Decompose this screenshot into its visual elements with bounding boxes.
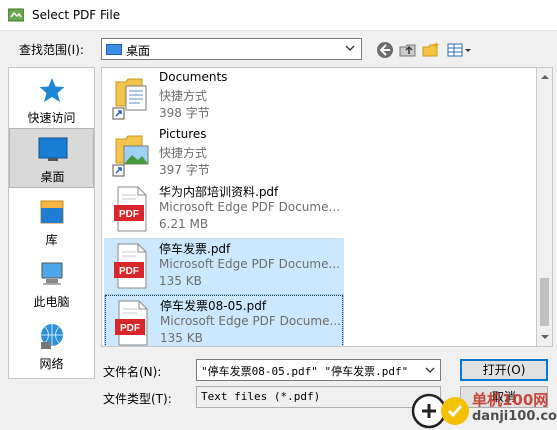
back-icon[interactable]: [375, 40, 395, 60]
chevron-down-icon[interactable]: [425, 365, 435, 375]
lookin-value: 桌面: [126, 44, 151, 58]
file-size: 6.21 MB: [159, 217, 209, 231]
desktop-folder-icon: [106, 44, 122, 55]
place-label: 快速访问: [27, 111, 76, 125]
file-type: Microsoft Edge PDF Docume...: [160, 314, 341, 328]
file-list[interactable]: Documents 快捷方式 398 字节 Pictures 快捷方式 397 …: [101, 67, 537, 347]
new-folder-icon[interactable]: [421, 40, 441, 60]
filetype-dropdown[interactable]: Text files (*.pdf): [196, 386, 441, 408]
place-desktop[interactable]: 桌面: [9, 128, 94, 188]
file-type: 快捷方式: [159, 146, 208, 160]
shortcut-pictures-icon: [112, 135, 149, 177]
place-quick-access[interactable]: 快速访问: [9, 70, 94, 130]
place-network[interactable]: 网络: [9, 316, 94, 376]
svg-text:PDF: PDF: [119, 209, 139, 220]
place-label: 网络: [39, 357, 64, 371]
watermark-text: 单机100网: [472, 391, 549, 409]
file-name: 华为内部培训资料.pdf: [159, 185, 279, 199]
up-folder-icon[interactable]: [398, 40, 418, 60]
shortcut-documents-icon: [112, 78, 147, 120]
network-icon: [41, 324, 63, 349]
scroll-up-icon[interactable]: [541, 73, 549, 81]
lookin-label: 查找范围(I):: [19, 43, 84, 57]
file-size: 135 KB: [159, 274, 202, 288]
place-label: 桌面: [40, 170, 65, 184]
window-title: Select PDF File: [32, 8, 121, 22]
svg-text:PDF: PDF: [119, 266, 139, 277]
pdf-file-icon: PDF: [115, 300, 148, 346]
scroll-down-icon[interactable]: [541, 333, 549, 341]
view-menu-icon[interactable]: [446, 40, 472, 60]
scroll-thumb[interactable]: [540, 278, 549, 326]
file-name: 停车发票08-05.pdf: [160, 299, 267, 313]
title-bar: Select PDF File: [0, 0, 557, 31]
file-name: Documents: [159, 70, 228, 84]
filename-combobox[interactable]: "停车发票08-05.pdf" "停车发票.pdf": [196, 359, 441, 381]
place-library[interactable]: 库: [9, 192, 94, 252]
star-icon: [39, 78, 65, 102]
pdf-file-icon: PDF: [114, 243, 147, 289]
list-item[interactable]: Documents 快捷方式 398 字节: [104, 68, 344, 124]
svg-text:PDF: PDF: [120, 323, 140, 334]
places-bar: 快速访问 桌面 库 此电脑 网络: [8, 67, 95, 379]
place-label: 此电脑: [33, 295, 70, 309]
list-item-focused[interactable]: PDF 停车发票08-05.pdf Microsoft Edge PDF Doc…: [104, 294, 344, 346]
filename-value: "停车发票08-05.pdf" "停车发票.pdf": [201, 365, 409, 378]
file-size: 397 字节: [159, 163, 210, 177]
lookin-dropdown[interactable]: 桌面: [101, 38, 362, 60]
file-name: 停车发票.pdf: [159, 242, 231, 256]
file-type: Microsoft Edge PDF Docume...: [159, 200, 340, 214]
place-this-pc[interactable]: 此电脑: [9, 254, 94, 314]
computer-icon: [41, 262, 63, 285]
file-type: 快捷方式: [159, 89, 208, 103]
file-type: Microsoft Edge PDF Docume...: [159, 257, 340, 271]
file-size: 398 字节: [159, 106, 210, 120]
open-button[interactable]: 打开(O): [460, 359, 548, 381]
file-name: Pictures: [159, 127, 207, 141]
pdf-file-icon: PDF: [114, 186, 147, 232]
library-icon: [40, 200, 64, 224]
chevron-down-icon: [345, 45, 355, 51]
list-item[interactable]: Pictures 快捷方式 397 字节: [104, 125, 344, 181]
filetype-label: 文件类型(T):: [103, 392, 172, 406]
list-item[interactable]: PDF 华为内部培训资料.pdf Microsoft Edge PDF Docu…: [104, 181, 344, 237]
file-size: 135 KB: [160, 331, 203, 345]
place-label: 库: [45, 233, 58, 247]
watermark-url: danji100.com: [472, 409, 557, 424]
filename-label: 文件名(N):: [103, 365, 162, 379]
desktop-icon: [38, 137, 68, 161]
filetype-value: Text files (*.pdf): [201, 390, 321, 403]
list-item-selected[interactable]: PDF 停车发票.pdf Microsoft Edge PDF Docume..…: [104, 238, 344, 294]
vertical-scrollbar[interactable]: [536, 67, 553, 347]
app-icon: [8, 8, 24, 22]
